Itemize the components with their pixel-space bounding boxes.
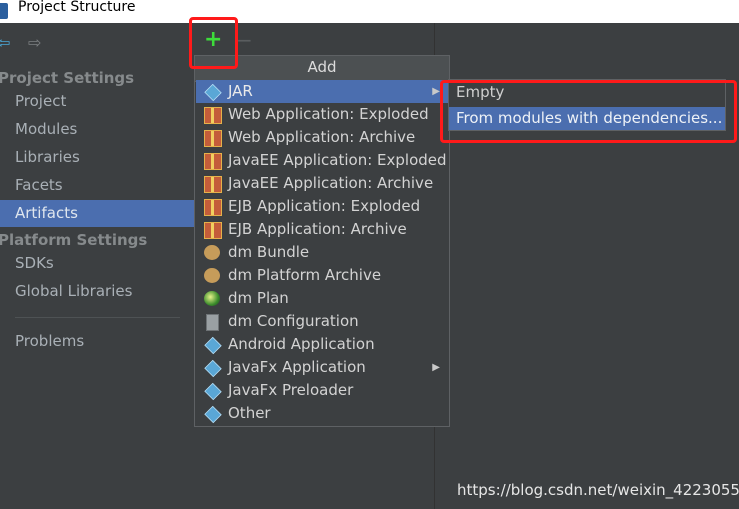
- dm-platform-icon: [204, 268, 220, 283]
- nav-arrows: ⇦ ⇨: [0, 34, 50, 52]
- sidebar-item-problems[interactable]: Problems: [0, 328, 196, 355]
- menu-item-label: JavaEE Application: Exploded: [228, 151, 447, 169]
- forward-arrow-icon[interactable]: ⇨: [28, 34, 41, 52]
- highlight-box-submenu: [440, 80, 737, 143]
- menu-item-label: dm Bundle: [228, 243, 310, 261]
- dm-bundle-icon: [204, 245, 220, 260]
- menu-item-label: EJB Application: Archive: [228, 220, 407, 238]
- menu-item-dm-bundle[interactable]: dm Bundle: [196, 241, 448, 264]
- javafx-preloader-icon: [204, 382, 222, 401]
- sidebar: ⇦ ⇨ Project Settings Project Modules Lib…: [0, 23, 196, 509]
- remove-artifact-button[interactable]: −: [236, 28, 253, 52]
- menu-item-label: Web Application: Exploded: [228, 105, 429, 123]
- menu-item-label: dm Configuration: [228, 312, 359, 330]
- submenu-arrow-icon: ▶: [432, 362, 440, 373]
- web-exploded-icon: [204, 107, 222, 124]
- menu-item-javafx-preloader[interactable]: JavaFx Preloader: [196, 379, 448, 402]
- menu-item-label: JavaFx Preloader: [228, 381, 354, 399]
- menu-item-label: JavaEE Application: Archive: [228, 174, 434, 192]
- menu-item-javaee-application-exploded[interactable]: JavaEE Application: Exploded: [196, 149, 448, 172]
- window-title: Project Structure: [18, 0, 136, 15]
- menu-item-label: JAR: [228, 82, 253, 100]
- dm-plan-icon: [204, 291, 220, 306]
- project-settings-header: Project Settings: [0, 69, 135, 87]
- ejb-archive-icon: [204, 222, 222, 239]
- sidebar-item-libraries[interactable]: Libraries: [0, 144, 196, 171]
- ejb-exploded-icon: [204, 199, 222, 216]
- menu-item-label: EJB Application: Exploded: [228, 197, 421, 215]
- menu-item-label: Android Application: [228, 335, 375, 353]
- menu-item-label: JavaFx Application: [228, 358, 366, 376]
- menu-item-ejb-application-archive[interactable]: EJB Application: Archive: [196, 218, 448, 241]
- javafx-icon: [204, 359, 222, 378]
- menu-item-label: Other: [228, 404, 271, 422]
- back-arrow-icon[interactable]: ⇦: [0, 34, 10, 52]
- sidebar-item-sdks[interactable]: SDKs: [0, 250, 196, 277]
- menu-item-dm-configuration[interactable]: dm Configuration: [196, 310, 448, 333]
- menu-item-javaee-application-archive[interactable]: JavaEE Application: Archive: [196, 172, 448, 195]
- jar-icon: [204, 83, 222, 102]
- menu-item-other[interactable]: Other: [196, 402, 448, 425]
- menu-item-dm-platform-archive[interactable]: dm Platform Archive: [196, 264, 448, 287]
- title-bar: Project Structure: [0, 0, 739, 23]
- android-icon: [204, 336, 222, 355]
- other-icon: [204, 405, 222, 424]
- submenu-arrow-icon: ▶: [432, 86, 440, 97]
- web-archive-icon: [204, 130, 222, 147]
- sidebar-item-global-libraries[interactable]: Global Libraries: [0, 278, 196, 305]
- highlight-box-add-button: [189, 17, 238, 69]
- sidebar-item-project[interactable]: Project: [0, 88, 196, 115]
- menu-item-web-application-archive[interactable]: Web Application: Archive: [196, 126, 448, 149]
- sidebar-item-artifacts[interactable]: Artifacts: [0, 200, 196, 227]
- menu-item-label: dm Plan: [228, 289, 289, 307]
- javaee-exploded-icon: [204, 153, 222, 170]
- dm-config-icon: [206, 314, 219, 331]
- menu-item-label: dm Platform Archive: [228, 266, 382, 284]
- sidebar-item-modules[interactable]: Modules: [0, 116, 196, 143]
- menu-item-jar[interactable]: JAR ▶: [196, 80, 448, 103]
- menu-item-dm-plan[interactable]: dm Plan: [196, 287, 448, 310]
- platform-settings-header: Platform Settings: [0, 231, 148, 249]
- menu-item-javafx-application[interactable]: JavaFx Application ▶: [196, 356, 448, 379]
- sidebar-item-facets[interactable]: Facets: [0, 172, 196, 199]
- sidebar-divider: [15, 317, 180, 318]
- menu-item-ejb-application-exploded[interactable]: EJB Application: Exploded: [196, 195, 448, 218]
- app-icon: [0, 3, 8, 19]
- menu-item-web-application-exploded[interactable]: Web Application: Exploded: [196, 103, 448, 126]
- menu-item-label: Web Application: Archive: [228, 128, 416, 146]
- javaee-archive-icon: [204, 176, 222, 193]
- menu-item-android-application[interactable]: Android Application: [196, 333, 448, 356]
- watermark-url: https://blog.csdn.net/weixin_42230550: [457, 481, 739, 499]
